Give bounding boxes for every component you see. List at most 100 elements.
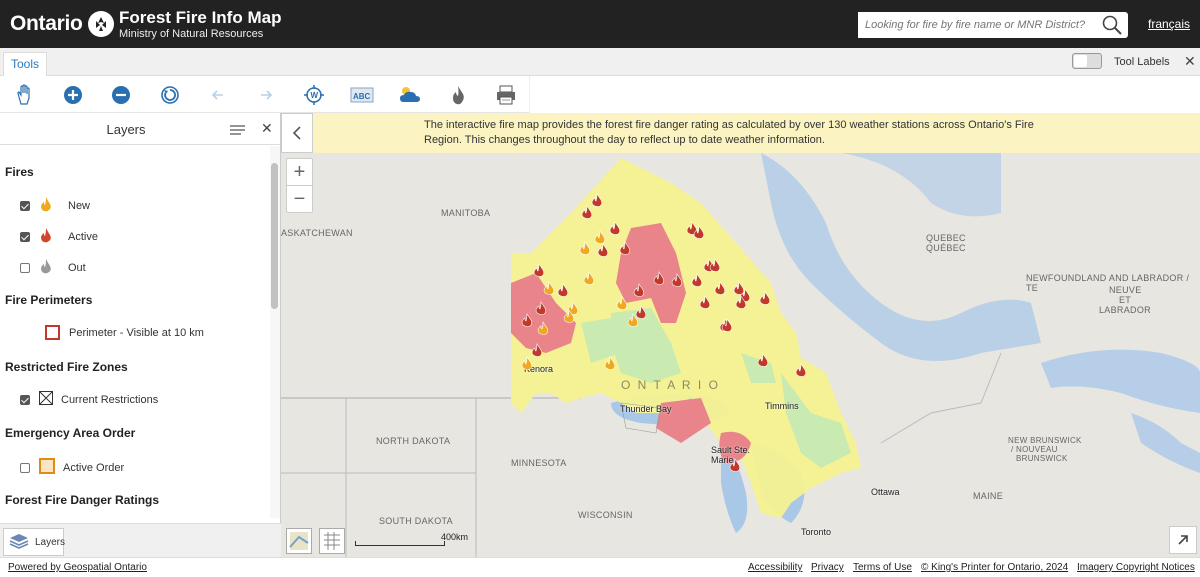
imagery-copyright-link[interactable]: Imagery Copyright Notices	[1077, 562, 1195, 573]
fire-active-marker-icon[interactable]	[693, 225, 705, 244]
fire-active-marker-icon[interactable]	[729, 458, 741, 477]
grid-icon	[324, 532, 340, 550]
checkbox-active-order[interactable]	[20, 462, 30, 473]
fire-new-marker-icon[interactable]	[579, 241, 591, 260]
scale-label: 400km	[441, 532, 469, 542]
fire-out-icon	[39, 258, 53, 277]
tool-labels-toggle[interactable]	[1072, 53, 1102, 69]
fire-active-marker-icon[interactable]	[557, 283, 569, 302]
close-icon[interactable]: ✕	[261, 120, 273, 137]
city-ottawa: Ottawa	[871, 487, 900, 497]
fire-active-marker-icon[interactable]	[653, 271, 665, 290]
menu-icon[interactable]	[230, 123, 245, 141]
fire-active-marker-icon[interactable]	[795, 363, 807, 382]
print-icon[interactable]	[493, 82, 519, 108]
map-view[interactable]: MANITOBA ASKATCHEWAN QUEBEC QUÉBEC NEWFO…	[281, 113, 1200, 557]
fire-new-marker-icon[interactable]	[594, 230, 606, 249]
refresh-icon[interactable]	[157, 82, 183, 108]
expand-map-button[interactable]	[1169, 526, 1197, 554]
fire-new-marker-icon[interactable]	[627, 313, 639, 332]
panel-title: Layers	[106, 122, 146, 137]
fire-new-marker-icon[interactable]	[537, 321, 549, 340]
map-label-et: ET	[1119, 295, 1132, 305]
map-label-brunswick: BRUNSWICK	[1016, 454, 1068, 463]
layer-restrictions[interactable]: Current Restrictions	[20, 391, 158, 408]
map-label-north-dakota: NORTH DAKOTA	[376, 436, 451, 446]
fire-active-marker-icon[interactable]	[591, 193, 603, 212]
logo-text: Ontario	[10, 12, 83, 35]
pan-hand-icon[interactable]	[12, 82, 38, 108]
search-icon[interactable]	[1102, 15, 1122, 40]
map-label-saskatchewan: ASKATCHEWAN	[281, 228, 353, 238]
layer-label: Perimeter - Visible at 10 km	[69, 326, 204, 339]
map-label-maine: MAINE	[973, 491, 1004, 501]
fire-active-marker-icon[interactable]	[721, 318, 733, 337]
search-box	[858, 12, 1128, 38]
zoom-in-button[interactable]: +	[287, 159, 312, 186]
fire-active-marker-icon[interactable]	[735, 295, 747, 314]
layer-fire-out[interactable]: Out	[20, 258, 86, 277]
close-icon[interactable]: ✕	[1184, 53, 1196, 70]
scale-bar	[355, 541, 445, 546]
fire-active-marker-icon[interactable]	[533, 263, 545, 282]
layers-panel-header: Layers ✕	[0, 113, 280, 145]
layers-button[interactable]: Layers	[3, 528, 66, 556]
fire-active-marker-icon[interactable]	[714, 281, 726, 300]
privacy-link[interactable]: Privacy	[811, 562, 844, 573]
weather-icon[interactable]	[397, 82, 423, 108]
fire-active-marker-icon[interactable]	[671, 273, 683, 292]
copyright-link[interactable]: © King's Printer for Ontario, 2024	[921, 562, 1068, 573]
forward-arrow-icon[interactable]	[253, 82, 279, 108]
scrollbar-thumb[interactable]	[271, 163, 278, 309]
fire-active-marker-icon[interactable]	[699, 295, 711, 314]
map-label-quebec: QUEBEC	[926, 233, 966, 243]
fire-active-marker-icon[interactable]	[521, 313, 533, 332]
layers-stack-icon	[9, 532, 29, 553]
city-timmins: Timmins	[765, 401, 799, 411]
checkbox-fire-new[interactable]	[20, 200, 30, 211]
layer-fire-new[interactable]: New	[20, 196, 90, 215]
fire-new-marker-icon[interactable]	[583, 271, 595, 290]
city-sault: Sault Ste.	[711, 445, 751, 455]
powered-by-link[interactable]: Powered by Geospatial Ontario	[8, 562, 147, 573]
back-arrow-icon[interactable]	[205, 82, 231, 108]
map-canvas[interactable]	[281, 113, 1200, 557]
grid-toggle-button[interactable]	[319, 528, 345, 554]
basemap-toggle-button[interactable]	[286, 528, 312, 554]
fire-new-marker-icon[interactable]	[563, 309, 575, 328]
fire-active-marker-icon[interactable]	[609, 221, 621, 240]
fire-active-marker-icon[interactable]	[633, 283, 645, 302]
search-input[interactable]	[858, 12, 1088, 38]
fire-new-marker-icon[interactable]	[521, 356, 533, 375]
checkbox-fire-out[interactable]	[20, 262, 30, 273]
fire-active-marker-icon[interactable]	[691, 273, 703, 292]
fire-active-marker-icon[interactable]	[535, 301, 547, 320]
locate-icon[interactable]: W	[301, 82, 327, 108]
zoom-out-icon[interactable]	[108, 82, 134, 108]
fire-active-marker-icon[interactable]	[759, 291, 771, 310]
accessibility-link[interactable]: Accessibility	[748, 562, 802, 573]
checkbox-fire-active[interactable]	[20, 231, 30, 242]
ontario-logo[interactable]: Ontario	[10, 11, 114, 37]
layer-active-order[interactable]: Active Order	[20, 458, 124, 477]
fire-active-marker-icon[interactable]	[619, 241, 631, 260]
collapse-panel-button[interactable]	[281, 113, 313, 153]
layers-button-label: Layers	[35, 536, 66, 548]
language-link[interactable]: français	[1148, 17, 1190, 31]
layers-panel: Layers ✕ Fires New Active Out Fire Perim…	[0, 113, 281, 557]
zoom-in-icon[interactable]	[60, 82, 86, 108]
checkbox-restrictions[interactable]	[20, 394, 30, 405]
fire-new-marker-icon[interactable]	[604, 356, 616, 375]
fire-active-marker-icon[interactable]	[757, 353, 769, 372]
label-abc-icon[interactable]: ABC	[349, 82, 375, 108]
terms-link[interactable]: Terms of Use	[853, 562, 912, 573]
fire-active-marker-icon[interactable]	[709, 258, 721, 277]
fire-new-marker-icon[interactable]	[543, 281, 555, 300]
section-fires: Fires	[5, 165, 34, 179]
zoom-out-button[interactable]: −	[287, 186, 312, 213]
section-restricted-zones: Restricted Fire Zones	[5, 360, 128, 374]
layer-fire-active[interactable]: Active	[20, 227, 98, 246]
tab-tools[interactable]: Tools	[3, 52, 47, 76]
fire-new-marker-icon[interactable]	[616, 296, 628, 315]
fire-icon[interactable]	[445, 82, 471, 108]
